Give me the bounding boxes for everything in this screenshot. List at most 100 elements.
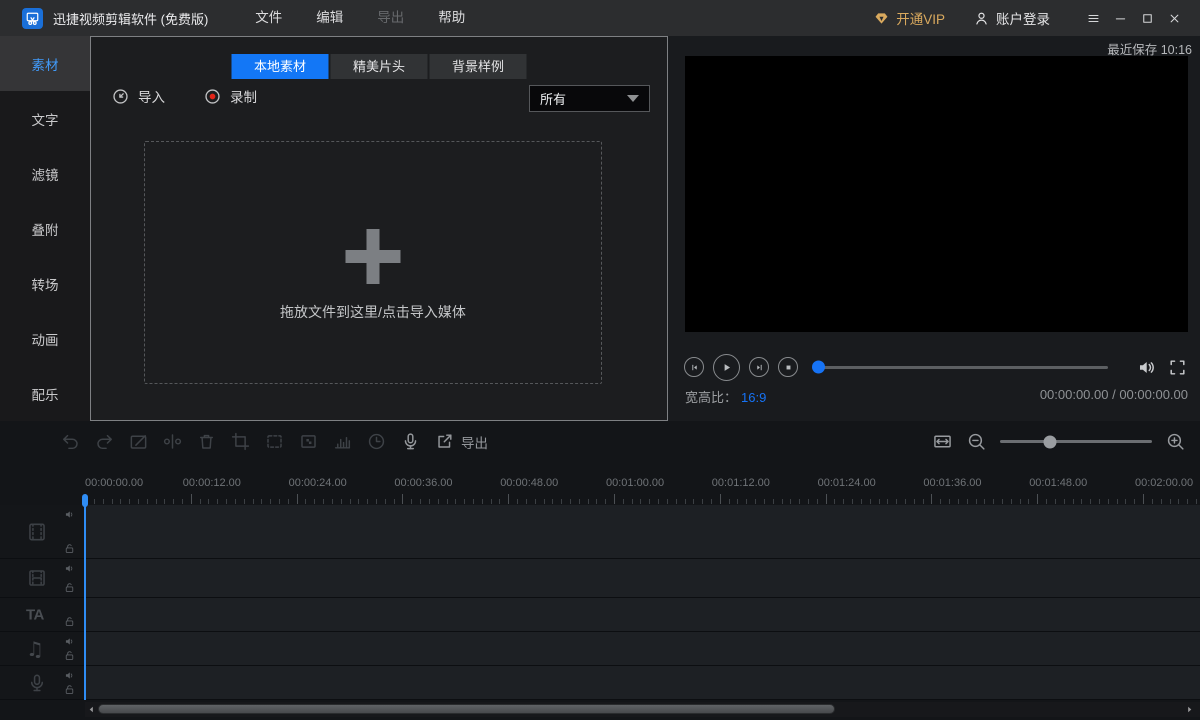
record-track-lane[interactable] <box>85 666 1200 699</box>
toolbar-waveform-button[interactable] <box>332 430 353 454</box>
sidebar-item-2[interactable]: 文字 <box>0 91 90 146</box>
seek-knob[interactable] <box>812 361 825 374</box>
arrow-left-icon <box>87 705 96 714</box>
timeline-zoom-controls <box>932 421 1186 462</box>
music-track-lane[interactable] <box>85 632 1200 665</box>
toolbar-undo-button[interactable] <box>60 430 81 454</box>
scroll-right-arrow[interactable] <box>1183 702 1195 717</box>
ruler-tick <box>993 499 994 504</box>
import-button[interactable]: 导入 <box>111 86 165 106</box>
media-tab-3[interactable]: 背景样例 <box>430 54 527 79</box>
toolbar-split-button[interactable] <box>162 430 183 454</box>
timeline-zoom-slider[interactable] <box>1000 440 1152 443</box>
fit-timeline-button[interactable] <box>932 431 953 452</box>
scroll-left-arrow[interactable] <box>85 702 97 717</box>
zoom-out-icon <box>966 431 987 452</box>
scrollbar-thumb[interactable] <box>98 704 835 714</box>
prev-frame-button[interactable] <box>684 357 704 377</box>
timeline-ruler[interactable]: 00:00:00.0000:00:12.0000:00:24.0000:00:3… <box>0 462 1200 505</box>
next-frame-button[interactable] <box>749 357 769 377</box>
menu-item-1[interactable]: 文件 <box>238 0 299 36</box>
menu-button[interactable] <box>1080 5 1107 32</box>
ruler-tick <box>455 499 456 504</box>
ruler-tick <box>1099 499 1100 504</box>
vip-button[interactable]: 开通VIP <box>873 8 945 28</box>
toolbar-redo-button[interactable] <box>94 430 115 454</box>
toolbar-record-voice-button[interactable] <box>400 430 421 454</box>
ruler-tick <box>1046 499 1047 504</box>
split-icon <box>162 431 183 452</box>
ruler-tick <box>305 499 306 504</box>
close-button[interactable] <box>1161 5 1188 32</box>
filter-dropdown[interactable]: 所有 <box>529 85 650 112</box>
toolbar-duration-button[interactable] <box>366 430 387 454</box>
music-track-lock-toggle[interactable] <box>63 649 76 662</box>
ruler-tick <box>623 499 624 504</box>
sidebar-item-4[interactable]: 叠附 <box>0 201 90 256</box>
ruler-tick <box>1187 499 1188 504</box>
ruler-tick <box>1170 499 1171 504</box>
timeline-zoom-knob[interactable] <box>1044 435 1057 448</box>
pip-track-lock-toggle[interactable] <box>63 581 76 594</box>
ruler-tick <box>790 499 791 504</box>
video-track-volume-toggle[interactable] <box>63 508 76 521</box>
arrow-right-icon <box>1185 705 1194 714</box>
login-button[interactable]: 账户登录 <box>973 8 1050 28</box>
text-track-controls <box>63 601 76 628</box>
ruler-label-6: 00:01:00.00 <box>606 477 664 489</box>
text-track-lock-toggle[interactable] <box>63 615 76 628</box>
sidebar-item-6[interactable]: 动画 <box>0 311 90 366</box>
toolbar-mosaic-button[interactable] <box>298 430 319 454</box>
zoom-out-button[interactable] <box>966 431 987 452</box>
ruler-tick <box>799 499 800 504</box>
record-button[interactable]: 录制 <box>203 86 257 106</box>
volume-icon <box>1136 357 1157 378</box>
ruler-tick <box>976 499 977 504</box>
media-tab-2[interactable]: 精美片头 <box>331 54 428 79</box>
toolbar-select-button[interactable] <box>264 430 285 454</box>
ruler-tick <box>129 499 130 504</box>
ruler-tick <box>173 499 174 504</box>
media-tab-1[interactable]: 本地素材 <box>232 54 329 79</box>
ruler-tick <box>940 499 941 504</box>
record-track-volume-toggle[interactable] <box>63 669 76 682</box>
sidebar-item-5[interactable]: 转场 <box>0 256 90 311</box>
sidebar-item-1[interactable]: 素材 <box>0 36 90 91</box>
pip-track-lane[interactable] <box>85 559 1200 597</box>
menu-item-4[interactable]: 帮助 <box>421 0 482 36</box>
sidebar-item-3[interactable]: 滤镜 <box>0 146 90 201</box>
stop-button[interactable] <box>778 357 798 377</box>
maximize-button[interactable] <box>1134 5 1161 32</box>
pip-track-header <box>0 559 85 597</box>
video-track-lock-toggle[interactable] <box>63 542 76 555</box>
ruler-tick <box>420 499 421 504</box>
horizontal-scrollbar[interactable] <box>85 702 1200 717</box>
menu-item-2[interactable]: 编辑 <box>299 0 360 36</box>
sidebar-item-7[interactable]: 配乐 <box>0 366 90 421</box>
zoom-in-button[interactable] <box>1165 431 1186 452</box>
music-track-volume-toggle[interactable] <box>63 635 76 648</box>
vip-label: 开通VIP <box>896 8 945 28</box>
toolbar-edit-button[interactable] <box>128 430 149 454</box>
menu-item-3[interactable]: 导出 <box>360 0 421 36</box>
record-icon <box>203 87 222 106</box>
toolbar-delete-button[interactable] <box>196 430 217 454</box>
ruler-label-11: 00:02:00.00 <box>1135 477 1193 489</box>
minimize-button[interactable] <box>1107 5 1134 32</box>
text-track-lane[interactable] <box>85 598 1200 631</box>
seek-bar[interactable] <box>813 366 1108 369</box>
fullscreen-button[interactable] <box>1167 357 1188 378</box>
video-track-lane[interactable] <box>85 505 1200 558</box>
toolbar-export-button[interactable]: 导出 <box>434 430 488 454</box>
record-track-lock-toggle[interactable] <box>63 683 76 696</box>
record-label: 录制 <box>230 86 257 106</box>
pip-track-volume-toggle[interactable] <box>63 562 76 575</box>
ruler-tick <box>808 499 809 504</box>
volume-button[interactable] <box>1136 357 1157 378</box>
play-button[interactable] <box>713 354 740 381</box>
media-dropzone[interactable]: 拖放文件到这里/点击导入媒体 <box>144 141 602 384</box>
ruler-tick <box>817 499 818 504</box>
ruler-tick <box>147 499 148 504</box>
toolbar-crop-button[interactable] <box>230 430 251 454</box>
aspect-value[interactable]: 16:9 <box>741 390 766 405</box>
